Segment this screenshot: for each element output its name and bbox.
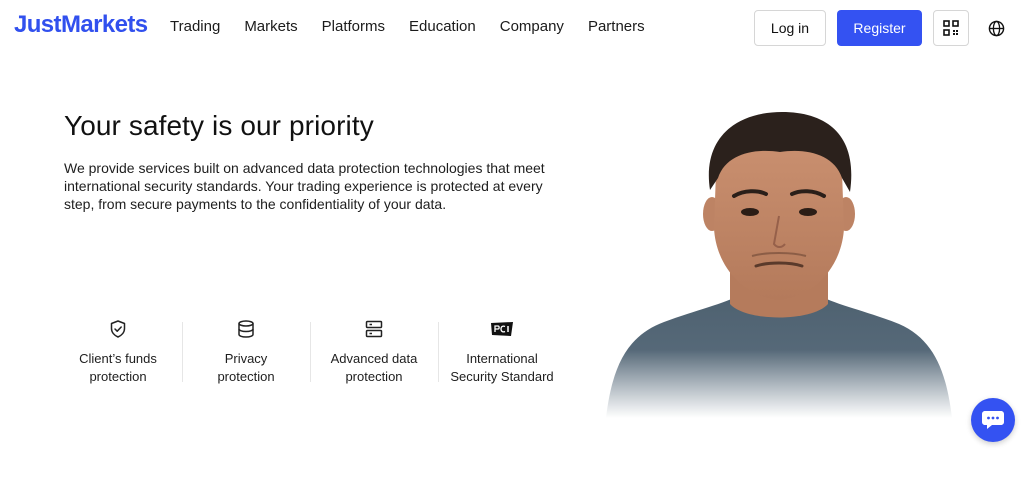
feature-funds-protection: Client’s funds protection: [54, 318, 182, 388]
nav-item-education[interactable]: Education: [409, 18, 476, 35]
site-header: JustMarkets Trading Markets Platforms Ed…: [0, 0, 1024, 56]
chat-button[interactable]: [971, 398, 1015, 442]
page-title: Your safety is our priority: [64, 110, 374, 141]
security-features: Client’s funds protection Privacy protec…: [54, 318, 566, 388]
nav-item-markets[interactable]: Markets: [244, 18, 297, 35]
main-nav: Trading Markets Platforms Education Comp…: [170, 18, 669, 35]
globe-icon: [988, 20, 1004, 36]
feature-security-standard: International Security Standard: [438, 318, 566, 388]
database-icon: [238, 320, 254, 338]
nav-item-platforms[interactable]: Platforms: [322, 18, 385, 35]
qr-code-icon: [943, 20, 959, 36]
qr-code-button[interactable]: [933, 10, 969, 46]
shield-check-icon: [110, 320, 126, 338]
chat-bubble-icon: [982, 411, 1004, 429]
feature-advanced-data-protection: Advanced data protection: [310, 318, 438, 388]
hero-portrait-image: [606, 108, 952, 418]
hero-description: We provide services built on advanced da…: [64, 160, 545, 212]
logo[interactable]: JustMarkets: [14, 11, 148, 39]
feature-label: International Security Standard: [450, 351, 554, 384]
server-icon: [365, 320, 383, 338]
feature-label: Advanced data protection: [330, 351, 418, 384]
nav-item-trading[interactable]: Trading: [170, 18, 220, 35]
feature-label: Client’s funds protection: [79, 351, 157, 384]
pci-icon: [491, 322, 513, 336]
nav-item-partners[interactable]: Partners: [588, 18, 645, 35]
register-button[interactable]: Register: [837, 10, 922, 46]
login-button[interactable]: Log in: [754, 10, 826, 46]
nav-item-company[interactable]: Company: [500, 18, 564, 35]
feature-label: Privacy protection: [217, 351, 275, 384]
language-button[interactable]: [983, 15, 1009, 41]
feature-privacy-protection: Privacy protection: [182, 318, 310, 388]
